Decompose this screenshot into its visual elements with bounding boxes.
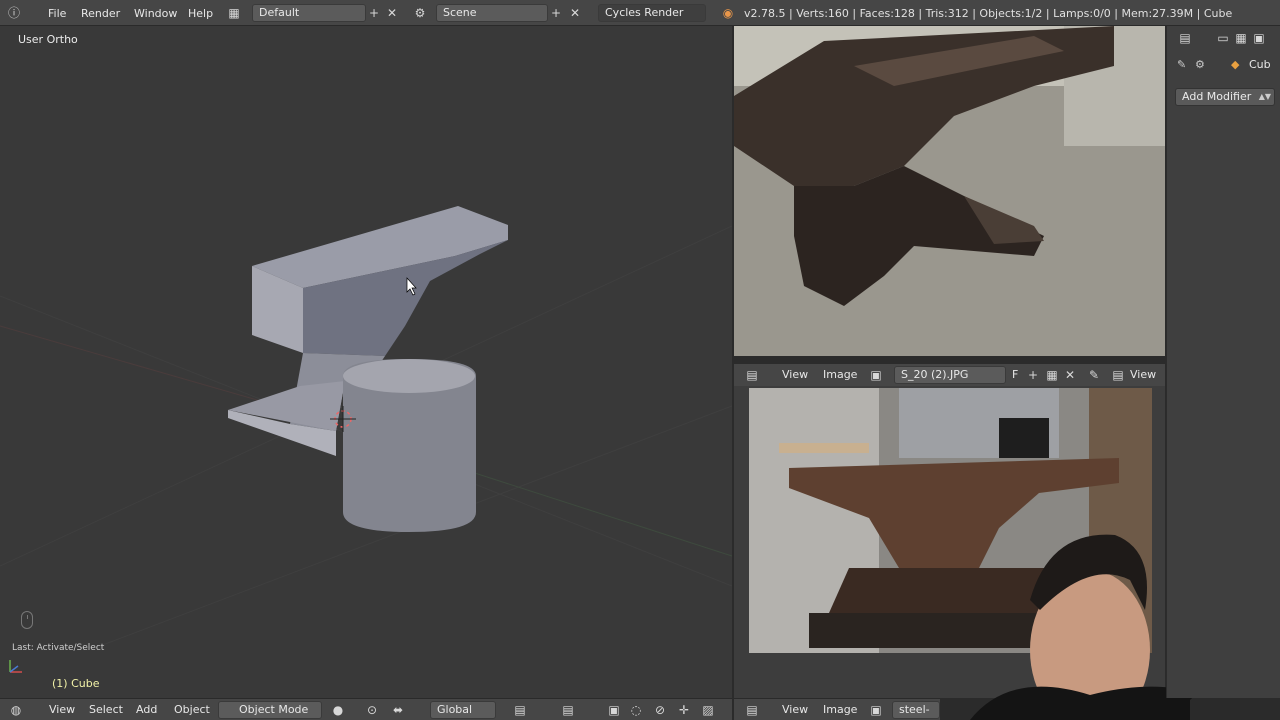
3d-viewport[interactable]: User Ortho Last: Activate/Select (1) Cub… [0, 26, 732, 698]
info-header: ⓘ File Render Window Help ▦ Default + ✕ … [0, 0, 1280, 26]
view-mode-icon[interactable]: ▤ [1110, 367, 1126, 383]
properties-header: ▤ ▭ ▦ ▣ [1167, 26, 1280, 50]
lock-camera-icon[interactable]: ▣ [606, 702, 622, 718]
dropdown-arrows-icon: ▲▼ [1258, 92, 1271, 101]
active-object-label: (1) Cube [52, 677, 100, 690]
manipulator-icon[interactable]: ⬌ [390, 702, 406, 718]
image-name-field[interactable]: steel-anv [892, 701, 940, 719]
menu-view[interactable]: View [49, 699, 75, 720]
add-scene-icon[interactable]: + [548, 5, 564, 21]
delete-scene-icon[interactable]: ✕ [567, 5, 583, 21]
add-screen-icon[interactable]: + [366, 5, 382, 21]
menu-file[interactable]: File [48, 7, 66, 20]
snap-icon[interactable]: ⊘ [652, 702, 668, 718]
menu-render[interactable]: Render [81, 7, 120, 20]
image-editor-2-header: ▤ View Image ▣ steel-anv [734, 698, 940, 720]
properties-breadcrumb: ✎ ⚙ ◆ Cub [1177, 54, 1280, 74]
viewport-view-label: User Ortho [18, 33, 78, 46]
menu-add[interactable]: Add [136, 699, 157, 720]
menu-view[interactable]: View [782, 699, 808, 720]
anvil-closeup-drawing [734, 26, 1165, 356]
proportional-edit-icon[interactable]: ◌ [628, 702, 644, 718]
anvil-mesh[interactable] [228, 206, 508, 532]
menu-image[interactable]: Image [823, 364, 857, 386]
viewport-shading-icon[interactable]: ● [330, 702, 346, 718]
menu-select[interactable]: Select [89, 699, 123, 720]
blender-logo-icon: ◉ [722, 6, 734, 20]
new-image-icon[interactable]: + [1025, 367, 1041, 383]
delete-screen-icon[interactable]: ✕ [384, 5, 400, 21]
image-editor-header: ▤ View Image ▣ S_20 (2).JPG F + ▦ ✕ ✎ ▤ … [734, 364, 1165, 386]
menu-help[interactable]: Help [188, 7, 213, 20]
image-name-field[interactable]: S_20 (2).JPG [894, 366, 1006, 384]
open-image-icon[interactable]: ▦ [1044, 367, 1060, 383]
scene-icon[interactable]: ⚙ [412, 5, 428, 21]
transform-orientation-dropdown[interactable]: Global [430, 701, 496, 719]
scene-tab-icon[interactable]: ▣ [1251, 30, 1267, 46]
properties-editor: ▤ ▭ ▦ ▣ ✎ ⚙ ◆ Cub Add Modifier ▲▼ [1166, 26, 1280, 698]
image-browse-icon[interactable]: ▣ [868, 702, 884, 718]
image-editor-type-icon[interactable]: ▤ [744, 367, 760, 383]
mode-dropdown[interactable]: Object Mode [218, 701, 322, 719]
opengl-render-icon[interactable]: ▨ [700, 702, 716, 718]
layers-grid-icon[interactable]: ▤ [512, 702, 528, 718]
modifier-context-icon: ⚙ [1195, 57, 1205, 71]
menu-window[interactable]: Window [134, 7, 177, 20]
pin-image-icon[interactable]: ✎ [1086, 367, 1102, 383]
image-browse-icon[interactable]: ▣ [868, 367, 884, 383]
render-tab-icon[interactable]: ▭ [1215, 30, 1231, 46]
editor-type-icon[interactable]: ◍ [8, 702, 24, 718]
layers-grid-2-icon[interactable]: ▤ [560, 702, 576, 718]
pin-icon[interactable]: ✎ [1177, 58, 1195, 71]
image-editor-2-type-icon[interactable]: ▤ [744, 702, 760, 718]
scene-dropdown[interactable]: Scene [436, 4, 548, 22]
menu-view[interactable]: View [782, 364, 808, 386]
fake-user-toggle[interactable]: F [1012, 364, 1018, 386]
add-modifier-label: Add Modifier [1182, 90, 1252, 103]
snap-target-icon[interactable]: ✛ [676, 702, 692, 718]
unlink-image-icon[interactable]: ✕ [1062, 367, 1078, 383]
reference-image-anvil-closeup [734, 26, 1165, 356]
scene-statistics: v2.78.5 | Verts:160 | Faces:128 | Tris:3… [744, 6, 1233, 20]
breadcrumb-object-name: Cub [1249, 57, 1271, 71]
menu-object[interactable]: Object [174, 699, 210, 720]
axis-gizmo-icon [9, 660, 22, 673]
info-editor-type-icon[interactable]: ⓘ [6, 5, 22, 21]
screen-layout-dropdown[interactable]: Default [252, 4, 366, 22]
pivot-point-icon[interactable]: ⊙ [364, 702, 380, 718]
viewport-scene [0, 206, 732, 647]
last-operator-label: Last: Activate/Select [12, 643, 105, 653]
render-engine-dropdown[interactable]: Cycles Render [598, 4, 706, 22]
mouse-icon [21, 611, 33, 629]
3d-view-header: ◍ View Select Add Object Object Mode ● ⊙… [0, 698, 732, 720]
view-mode-dropdown[interactable]: View [1130, 364, 1156, 386]
properties-editor-type-icon[interactable]: ▤ [1177, 30, 1193, 46]
render-layers-tab-icon[interactable]: ▦ [1233, 30, 1249, 46]
add-modifier-dropdown[interactable]: Add Modifier ▲▼ [1175, 88, 1275, 106]
menu-image[interactable]: Image [823, 699, 857, 720]
screen-layout-icon[interactable]: ▦ [226, 5, 242, 21]
object-cube-icon: ◆ [1231, 57, 1240, 71]
